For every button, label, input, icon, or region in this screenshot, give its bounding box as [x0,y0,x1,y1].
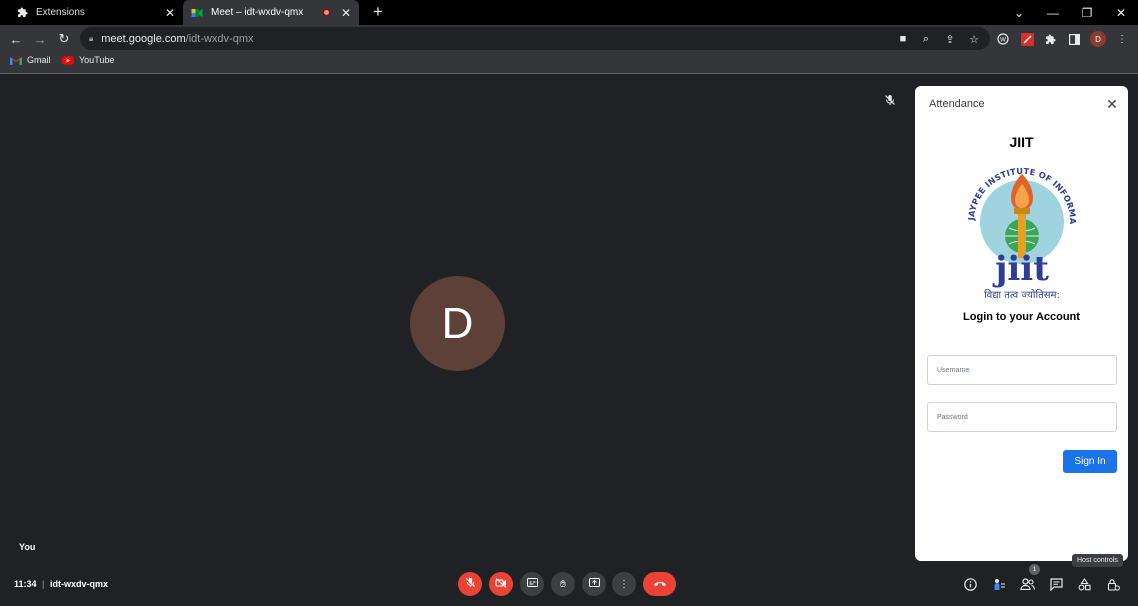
address-bar[interactable]: 🔒︎ meet.google.com/idt-wxdv-qmx ■ ⌕ ⇪ ☆ [80,27,990,50]
password-input[interactable]: Password [927,402,1117,432]
end-call-icon [653,578,667,590]
bookmark-label: YouTube [79,55,115,65]
tab-strip: Extensions ✕ Meet – idt-wxdv-qmx ✕ + ⌄ —… [0,0,1138,25]
profile-initial: D [1095,34,1101,44]
profile-avatar[interactable]: D [1090,31,1106,47]
username-input[interactable]: Username [927,355,1117,385]
camera-icon[interactable]: ■ [895,31,911,47]
reload-icon[interactable]: ↻ [54,29,74,49]
puzzle-icon[interactable] [1042,31,1058,47]
participant-initial: D [441,298,474,348]
chat-icon[interactable] [1048,576,1064,592]
back-icon[interactable]: ← [6,29,26,49]
gmail-icon [10,55,22,65]
close-window-button[interactable]: ✕ [1104,0,1138,25]
maximize-button[interactable]: ❐ [1070,0,1104,25]
participant-avatar: D [410,276,505,371]
url-path: /idt-wxdv-qmx [185,32,254,45]
more-vert-icon: ⋮ [619,578,629,590]
login-heading: Login to your Account [963,311,1080,323]
forward-icon[interactable]: → [30,29,50,49]
mic-toggle-button[interactable] [458,572,482,596]
camera-toggle-button[interactable] [489,572,513,596]
captions-button[interactable] [520,572,544,596]
minimize-button[interactable]: — [1036,0,1070,25]
side-panel-icon[interactable] [1066,31,1082,47]
people-icon[interactable] [1019,576,1035,592]
muted-mic-icon [884,94,898,108]
meet-icon [190,6,204,20]
meeting-stage: D You Attendance ✕ JIIT JAYPEE INSTITUTE… [0,76,1138,606]
captions-icon [526,578,538,590]
logo-wordmark: jiit [992,249,1049,289]
close-icon[interactable]: ✕ [339,6,353,20]
attendance-panel: Attendance ✕ JIIT JAYPEE INSTITUTE OF IN… [915,86,1128,561]
raise-hand-button[interactable]: ✋︎ [551,572,575,596]
bookmark-gmail[interactable]: Gmail [10,55,51,65]
mic-off-icon [465,577,476,591]
tab-extensions[interactable]: Extensions ✕ [8,0,183,25]
present-icon [588,578,600,590]
bookmark-label: Gmail [27,55,51,65]
bookmarks-bar: Gmail YouTube [0,52,1138,74]
leave-call-button[interactable] [643,572,676,596]
zoom-icon[interactable]: ⌕ [918,31,934,47]
info-icon[interactable] [962,576,978,592]
extension-icon[interactable]: W [995,31,1011,47]
tab-title: Meet – idt-wxdv-qmx [211,7,304,18]
browser-chrome: Extensions ✕ Meet – idt-wxdv-qmx ✕ + ⌄ —… [0,0,1138,76]
more-options-button[interactable]: ⋮ [612,572,636,596]
browser-toolbar: ← → ↻ 🔒︎ meet.google.com/idt-wxdv-qmx ■ … [0,25,1138,52]
sign-in-button[interactable]: Sign In [1063,450,1117,473]
tab-meet[interactable]: Meet – idt-wxdv-qmx ✕ [183,0,359,25]
recording-icon [322,8,331,17]
control-bar: 11:34 | idt-wxdv-qmx ✋︎ ⋮ 1 [0,564,1138,606]
bookmark-youtube[interactable]: YouTube [62,55,114,65]
svg-text:W: W [1000,37,1006,44]
hand-icon: ✋︎ [560,578,566,590]
more-vert-icon[interactable]: ⋮ [1114,31,1130,47]
separator: | [42,579,45,589]
org-name: JIIT [1009,134,1034,150]
host-controls-icon[interactable] [1105,576,1121,592]
puzzle-icon [15,6,29,20]
camera-off-icon [495,577,507,591]
attendance-extension-icon[interactable] [991,576,1007,592]
close-icon[interactable]: ✕ [1104,96,1120,112]
participant-count-badge: 1 [1029,564,1040,575]
panel-title: Attendance [929,98,985,110]
meeting-code: idt-wxdv-qmx [50,579,109,589]
lock-icon[interactable]: 🔒︎ [89,34,93,44]
tab-search-icon[interactable]: ⌄ [1002,0,1036,25]
logo-motto: विद्या तत्व ज्योतिसम: [984,289,1060,300]
tab-title: Extensions [36,7,85,18]
password-placeholder: Password [937,413,968,421]
present-button[interactable] [582,572,606,596]
url-host: meet.google.com [101,32,186,45]
youtube-icon [62,55,74,65]
close-icon[interactable]: ✕ [163,6,177,20]
new-tab-button[interactable]: + [369,3,387,21]
host-controls-tooltip: Host controls [1072,554,1123,567]
jiit-logo: JAYPEE INSTITUTE OF INFORMATION TECHNOLO… [957,144,1083,301]
self-label: You [19,542,36,552]
bookmark-star-icon[interactable]: ☆ [966,31,982,47]
username-placeholder: Username [937,366,970,374]
meeting-time: 11:34 [14,579,37,589]
share-icon[interactable]: ⇪ [942,31,958,47]
activities-icon[interactable] [1076,576,1092,592]
pdf-extension-icon[interactable] [1019,31,1035,47]
